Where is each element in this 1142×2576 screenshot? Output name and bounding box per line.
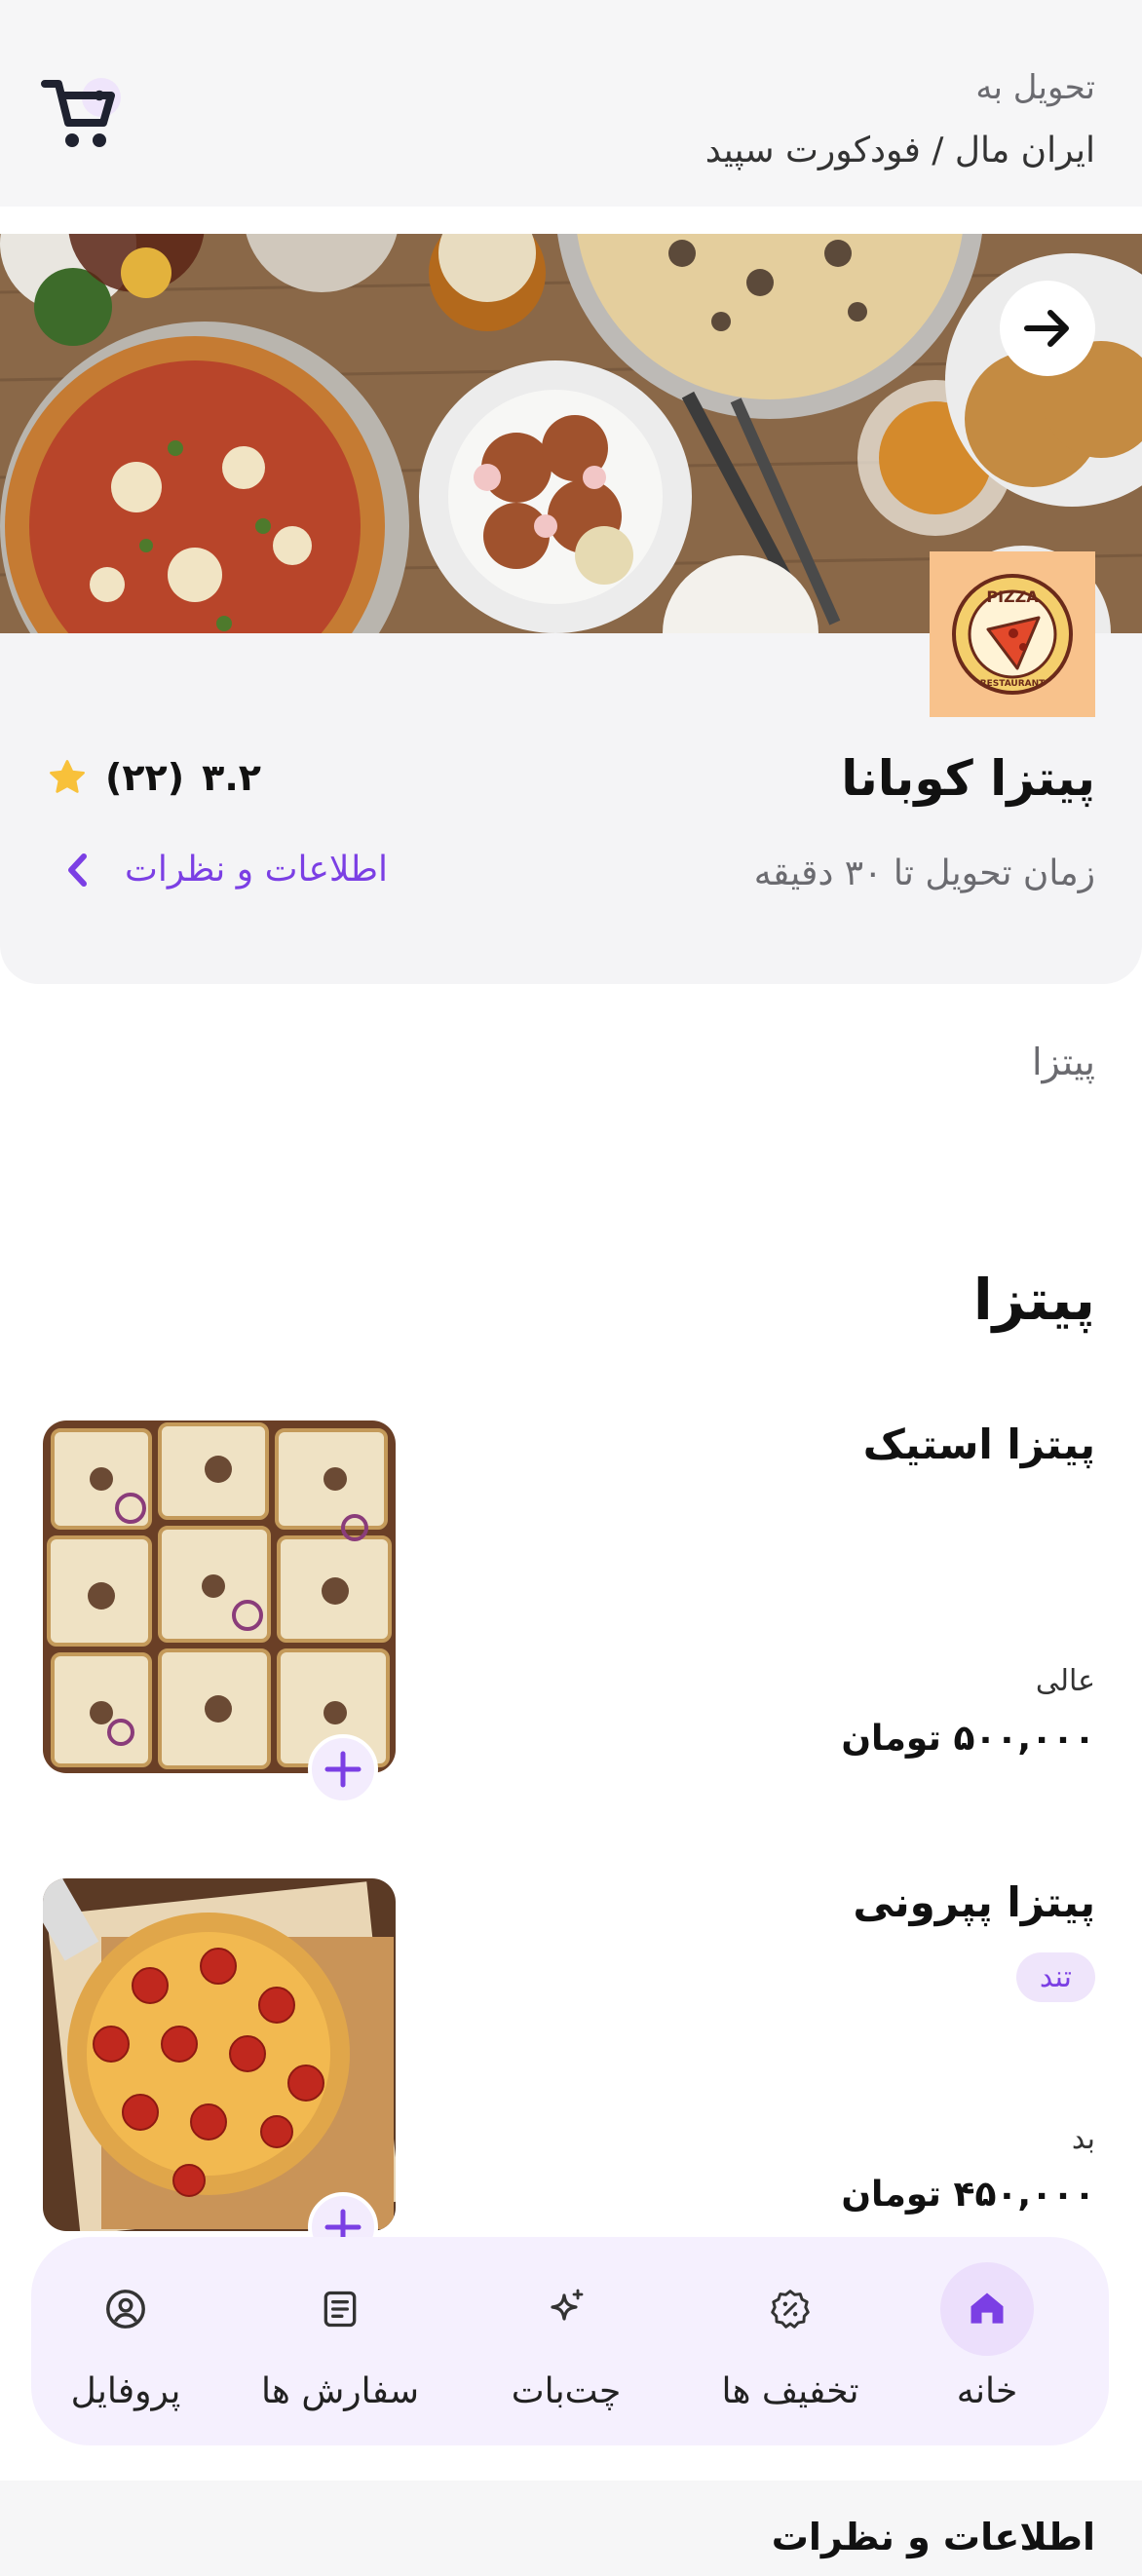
nav-label: سفارش ها — [260, 2371, 420, 2411]
cart-button[interactable] — [39, 76, 127, 154]
tab-pizza[interactable]: پیتزا — [1032, 1041, 1095, 1083]
star-icon — [50, 760, 85, 793]
nav-item-profile[interactable]: پروفایل — [33, 2262, 218, 2428]
delivery-time: زمان تحویل تا ۳۰ دقیقه — [753, 853, 1095, 893]
item-name: پیتزا پپرونی — [853, 1878, 1095, 1926]
nav-label: خانه — [956, 2371, 1018, 2411]
bottom-navigation: خانه تخفیف ها چت‌بات سفارش ها پروفایل — [31, 2237, 1109, 2445]
item-price: ۴۵۰,۰۰۰ تومان — [841, 2175, 1095, 2215]
orders-icon — [293, 2262, 387, 2356]
rating: ۳.۲ (۲۲) — [47, 756, 261, 799]
deliver-to-label: تحویل به — [975, 68, 1095, 107]
menu-item[interactable]: پیتزا پپرونی تند بد ۴۵۰,۰۰۰ تومان — [0, 1878, 1142, 2262]
nav-item-discounts[interactable]: تخفیف ها — [698, 2262, 883, 2428]
nav-label: پروفایل — [70, 2371, 181, 2411]
logo-text-bottom: RESTAURANT — [980, 679, 1046, 689]
menu-item[interactable]: پیتزا استیک عالی ۵۰۰,۰۰۰ تومان — [0, 1421, 1142, 1804]
restaurant-name: پیتزا کوبانا — [841, 750, 1095, 807]
nav-item-home[interactable]: خانه — [895, 2262, 1080, 2428]
nav-item-chatbot[interactable]: چت‌بات — [474, 2262, 659, 2428]
section-title: پیتزا — [972, 1267, 1095, 1333]
arrow-right-icon — [1024, 310, 1069, 347]
forward-arrow-button[interactable] — [1000, 281, 1095, 376]
logo-text-top: PIZZA — [986, 587, 1039, 606]
restaurant-logo: PIZZA RESTAURANT — [930, 551, 1095, 717]
profile-icon — [79, 2262, 172, 2356]
nav-item-orders[interactable]: سفارش ها — [247, 2262, 433, 2428]
info-and-reviews-link[interactable]: اطلاعات و نظرات — [64, 850, 388, 890]
rating-count: (۲۲) — [105, 756, 185, 799]
item-description: عالی — [1035, 1664, 1095, 1698]
nav-label: تخفیف ها — [721, 2371, 859, 2411]
header: تحویل به ایران مال / فودکورت سپید — [0, 0, 1142, 207]
item-price: ۵۰۰,۰۰۰ تومان — [841, 1719, 1095, 1759]
item-tag: تند — [1015, 1952, 1095, 2002]
discount-icon — [743, 2262, 837, 2356]
home-icon — [940, 2262, 1034, 2356]
info-section-title: اطلاعات و نظرات — [771, 2516, 1095, 2558]
nav-label: چت‌بات — [511, 2371, 622, 2411]
delivery-address[interactable]: ایران مال / فودکورت سپید — [705, 131, 1095, 170]
item-name: پیتزا استیک — [862, 1421, 1095, 1468]
cart-icon — [41, 80, 115, 147]
plus-icon — [324, 1751, 362, 1788]
chevron-left-icon — [68, 852, 87, 887]
rating-score: ۳.۲ — [202, 756, 261, 799]
add-to-cart-button[interactable] — [308, 1734, 378, 1804]
item-image — [43, 1878, 396, 2231]
item-description: بد — [1071, 2122, 1095, 2156]
sparkle-icon — [519, 2262, 613, 2356]
item-image — [43, 1421, 396, 1773]
info-link-label: اطلاعات و نظرات — [125, 850, 389, 890]
